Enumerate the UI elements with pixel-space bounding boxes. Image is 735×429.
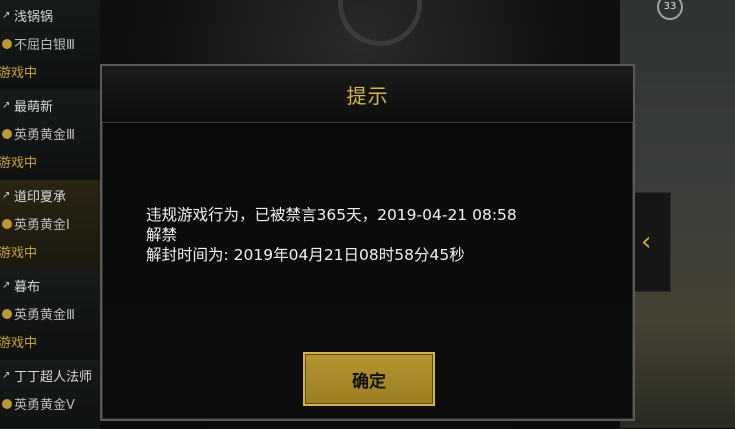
dialog-title: 提示 (346, 84, 389, 108)
level-badge: 33 (657, 0, 683, 20)
friend-item[interactable]: ↗ 道印夏承 英勇黄金Ⅰ 游戏中 (0, 180, 100, 271)
friend-rank-row: 不屈白银Ⅲ (2, 34, 75, 53)
friend-rank: 英勇黄金Ⅰ (14, 218, 70, 233)
arrow-icon: ↗ (2, 189, 11, 201)
friend-status: 游戏中 (0, 246, 38, 261)
friend-name: 浅锅锅 (14, 10, 54, 25)
friend-rank: 英勇黄金Ⅲ (14, 308, 75, 323)
friend-name: 暮布 (14, 280, 41, 295)
friend-rank-row: 英勇黄金Ⅲ (2, 304, 75, 323)
friend-rank-row: 英勇黄金Ⅴ (2, 394, 75, 413)
rank-icon (2, 38, 12, 49)
friend-item[interactable]: ↗ 丁丁超人法师 英勇黄金Ⅴ (0, 360, 100, 429)
friend-item[interactable]: ↗ 最萌新 英勇黄金Ⅲ 游戏中 (0, 90, 100, 181)
friend-item[interactable]: ↗ 浅锅锅 不屈白银Ⅲ 游戏中 (0, 0, 100, 91)
message-line-1: 违规游戏行为，已被禁言365天，2019-04-21 08:58 (146, 206, 517, 224)
scenery-panel: 33 ‹ (620, 0, 735, 428)
side-nav-button[interactable]: ‹ (629, 192, 671, 292)
arrow-icon: ↗ (2, 279, 11, 291)
friend-name: 最萌新 (14, 100, 54, 115)
friend-name-row: ↗ 道印夏承 (2, 186, 66, 205)
message-line-2: 解禁 (146, 226, 178, 244)
friend-rank-row: 英勇黄金Ⅲ (2, 124, 75, 143)
arrow-icon: ↗ (2, 369, 11, 381)
message-line-3: 解封时间为: 2019年04月21日08时58分45秒 (146, 246, 465, 264)
friend-rank-row: 英勇黄金Ⅰ (2, 214, 70, 233)
friend-name: 道印夏承 (14, 190, 67, 205)
friend-rank: 不屈白银Ⅲ (14, 38, 75, 53)
friend-name-row: ↗ 最萌新 (2, 96, 53, 115)
dialog-header: 提示 (102, 66, 633, 123)
confirm-button[interactable]: 确定 (303, 352, 435, 406)
chevron-left-icon: ‹ (641, 227, 652, 257)
dialog-message: 违规游戏行为，已被禁言365天，2019-04-21 08:58 解禁 解封时间… (146, 205, 606, 265)
friend-status: 游戏中 (0, 336, 38, 351)
rank-icon (2, 128, 12, 139)
rank-icon (2, 308, 12, 319)
arrow-icon: ↗ (2, 99, 11, 111)
friend-status: 游戏中 (0, 66, 38, 81)
ban-dialog: 提示 违规游戏行为，已被禁言365天，2019-04-21 08:58 解禁 解… (100, 64, 635, 421)
friend-name-row: ↗ 暮布 (2, 276, 40, 295)
friend-rank: 英勇黄金Ⅲ (14, 128, 75, 143)
friend-status: 游戏中 (0, 156, 38, 171)
friend-list: ↗ 浅锅锅 不屈白银Ⅲ 游戏中 ↗ 最萌新 英勇黄金Ⅲ 游戏中 ↗ 道印夏承 英… (0, 0, 100, 429)
rank-icon (2, 398, 12, 409)
friend-rank: 英勇黄金Ⅴ (14, 398, 75, 413)
arrow-icon: ↗ (2, 9, 11, 21)
friend-name-row: ↗ 丁丁超人法师 (2, 366, 92, 385)
friend-item[interactable]: ↗ 暮布 英勇黄金Ⅲ 游戏中 (0, 270, 100, 361)
rank-icon (2, 218, 12, 229)
friend-name-row: ↗ 浅锅锅 (2, 6, 53, 25)
friend-name: 丁丁超人法师 (14, 370, 93, 385)
